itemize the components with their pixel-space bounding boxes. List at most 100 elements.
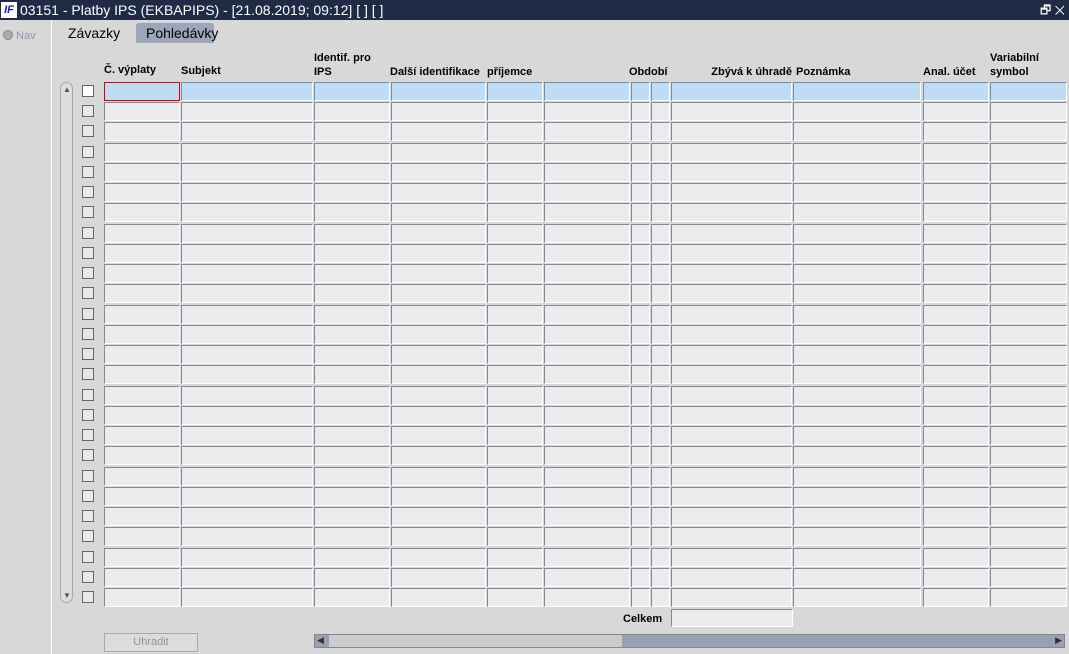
table-cell[interactable] — [671, 446, 792, 465]
table-cell[interactable] — [923, 284, 989, 303]
table-cell[interactable] — [793, 365, 921, 384]
table-cell[interactable] — [391, 446, 486, 465]
row-checkbox[interactable] — [82, 409, 94, 421]
table-cell[interactable] — [793, 163, 921, 182]
row-checkbox[interactable] — [82, 591, 94, 603]
table-cell[interactable] — [651, 568, 670, 587]
table-cell[interactable] — [651, 588, 670, 607]
table-cell[interactable] — [544, 386, 630, 405]
table-cell[interactable] — [104, 244, 180, 263]
table-cell[interactable] — [391, 325, 486, 344]
table-cell[interactable] — [487, 568, 543, 587]
table-cell[interactable] — [990, 122, 1067, 141]
table-cell[interactable] — [181, 487, 313, 506]
table-cell[interactable] — [181, 345, 313, 364]
table-cell[interactable] — [314, 224, 390, 243]
nav-radio[interactable]: Nav — [3, 30, 36, 42]
table-cell[interactable] — [793, 224, 921, 243]
table-cell[interactable] — [314, 406, 390, 425]
table-cell[interactable] — [923, 527, 989, 546]
table-cell[interactable] — [990, 82, 1067, 101]
table-cell[interactable] — [651, 244, 670, 263]
table-cell[interactable] — [651, 183, 670, 202]
table-cell[interactable] — [631, 345, 650, 364]
table-cell[interactable] — [104, 548, 180, 567]
table-cell[interactable] — [671, 507, 792, 526]
table-cell[interactable] — [651, 548, 670, 567]
table-cell[interactable] — [651, 143, 670, 162]
table-cell[interactable] — [391, 386, 486, 405]
table-cell[interactable] — [181, 284, 313, 303]
table-cell[interactable] — [631, 203, 650, 222]
table-cell[interactable] — [487, 82, 543, 101]
table-cell[interactable] — [391, 82, 486, 101]
table-cell[interactable] — [544, 284, 630, 303]
table-cell[interactable] — [923, 143, 989, 162]
table-cell[interactable] — [671, 305, 792, 324]
table-cell[interactable] — [544, 244, 630, 263]
table-cell[interactable] — [631, 568, 650, 587]
table-cell[interactable] — [487, 588, 543, 607]
table-cell[interactable] — [181, 163, 313, 182]
table-cell[interactable] — [651, 386, 670, 405]
table-cell[interactable] — [651, 426, 670, 445]
table-cell[interactable] — [104, 487, 180, 506]
table-cell[interactable] — [391, 527, 486, 546]
table-cell[interactable] — [990, 467, 1067, 486]
table-cell[interactable] — [544, 487, 630, 506]
table-cell[interactable] — [314, 426, 390, 445]
scroll-right-icon[interactable]: ▶ — [1055, 635, 1062, 646]
table-cell[interactable] — [990, 183, 1067, 202]
table-cell[interactable] — [671, 102, 792, 121]
table-cell[interactable] — [631, 264, 650, 283]
table-cell[interactable] — [544, 527, 630, 546]
table-cell[interactable] — [651, 264, 670, 283]
table-cell[interactable] — [671, 487, 792, 506]
table-cell[interactable] — [793, 507, 921, 526]
table-cell[interactable] — [671, 345, 792, 364]
tab-zavazky[interactable]: Závazky — [58, 23, 136, 43]
table-cell[interactable] — [990, 406, 1067, 425]
row-checkbox[interactable] — [82, 470, 94, 482]
row-checkbox[interactable] — [82, 490, 94, 502]
table-cell[interactable] — [544, 264, 630, 283]
row-checkbox[interactable] — [82, 348, 94, 360]
table-cell[interactable] — [181, 588, 313, 607]
table-cell[interactable] — [631, 143, 650, 162]
table-cell[interactable] — [391, 426, 486, 445]
table-cell[interactable] — [181, 446, 313, 465]
table-cell[interactable] — [671, 467, 792, 486]
table-cell[interactable] — [631, 305, 650, 324]
table-cell[interactable] — [181, 183, 313, 202]
table-cell[interactable] — [314, 345, 390, 364]
table-cell[interactable] — [990, 568, 1067, 587]
table-cell[interactable] — [104, 406, 180, 425]
table-cell[interactable] — [923, 345, 989, 364]
table-cell[interactable] — [104, 224, 180, 243]
table-cell[interactable] — [544, 122, 630, 141]
table-cell[interactable] — [631, 224, 650, 243]
table-cell[interactable] — [990, 345, 1067, 364]
table-cell[interactable] — [923, 426, 989, 445]
table-cell[interactable] — [793, 183, 921, 202]
table-cell[interactable] — [631, 467, 650, 486]
table-cell[interactable] — [923, 163, 989, 182]
table-cell[interactable] — [651, 284, 670, 303]
table-cell[interactable] — [923, 406, 989, 425]
table-cell[interactable] — [793, 446, 921, 465]
table-cell[interactable] — [631, 102, 650, 121]
table-cell[interactable] — [391, 588, 486, 607]
table-cell[interactable] — [314, 487, 390, 506]
table-cell[interactable] — [544, 507, 630, 526]
table-cell[interactable] — [793, 345, 921, 364]
table-cell[interactable] — [314, 244, 390, 263]
row-checkbox[interactable] — [82, 206, 94, 218]
table-cell[interactable] — [793, 122, 921, 141]
table-cell[interactable] — [631, 325, 650, 344]
table-cell[interactable] — [990, 487, 1067, 506]
table-cell[interactable] — [990, 284, 1067, 303]
table-cell[interactable] — [671, 568, 792, 587]
table-cell[interactable] — [671, 406, 792, 425]
table-cell[interactable] — [651, 446, 670, 465]
table-cell[interactable] — [923, 82, 989, 101]
